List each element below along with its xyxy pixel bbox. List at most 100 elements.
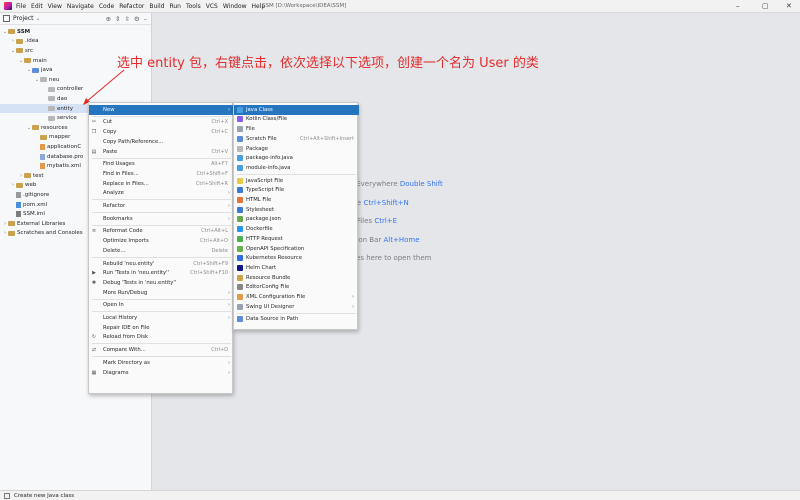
new-submenu-item-helm-chart[interactable]: Helm Chart	[234, 263, 359, 273]
context-menu-item-bookmarks[interactable]: Bookmarks ›	[89, 214, 234, 224]
hide-icon[interactable]: –	[144, 15, 147, 23]
file-type-icon	[237, 126, 243, 133]
menu-item-label: Local History	[103, 315, 138, 322]
close-icon[interactable]: ✕	[786, 2, 792, 10]
project-label[interactable]: Project	[13, 15, 34, 22]
tree-item--idea[interactable]: › .idea	[0, 37, 152, 47]
minimize-icon[interactable]: –	[736, 2, 740, 10]
context-menu-item-optimize-imports[interactable]: Optimize Imports Ctrl+Alt+O	[89, 236, 234, 246]
menu-item-icon: ▦	[91, 369, 97, 376]
tree-item-ssm[interactable]: ⌄ SSM	[0, 27, 152, 37]
new-submenu-item-dockerfile[interactable]: Dockerfile	[234, 224, 359, 234]
file-type-icon	[237, 106, 243, 113]
file-type-icon	[237, 235, 243, 242]
menu-refactor[interactable]: Refactor	[119, 3, 144, 10]
new-submenu-item-package-info-java[interactable]: package-info.java	[234, 154, 359, 164]
new-submenu-item-editorconfig-file[interactable]: EditorConfig File	[234, 283, 359, 293]
folder-icon	[8, 221, 15, 227]
context-menu-item-diagrams[interactable]: ▦ Diagrams ›	[89, 368, 234, 378]
menu-tools[interactable]: Tools	[186, 3, 201, 10]
context-menu-item-compare-with[interactable]: ⇄ Compare With... Ctrl+D	[89, 345, 234, 355]
new-submenu-item-scratch-file[interactable]: Scratch File Ctrl+Alt+Shift+Insert	[234, 134, 359, 144]
tree-item-label: neu	[49, 76, 60, 83]
menu-item-label: Kubernetes Resource	[246, 255, 302, 262]
menu-item-icon: ✂	[91, 119, 97, 126]
gear-icon[interactable]: ⚙	[134, 15, 140, 23]
expand-all-icon[interactable]: ⇕	[115, 15, 120, 23]
chevron-right-icon: ›	[228, 203, 230, 210]
new-submenu-item-http-request[interactable]: HTTP Request	[234, 234, 359, 244]
instruction-annotation: 选中 entity 包，右键点击，依次选择以下选项，创建一个名为 User 的类	[117, 56, 539, 71]
new-submenu-item-kotlin-class-file[interactable]: Kotlin Class/File	[234, 115, 359, 125]
new-submenu-item-resource-bundle[interactable]: Resource Bundle	[234, 273, 359, 283]
new-submenu-item-xml-configuration-file[interactable]: XML Configuration File ›	[234, 292, 359, 302]
context-menu-item-replace-in-files[interactable]: Replace in Files... Ctrl+Shift+R	[89, 179, 234, 189]
context-menu-item-copy-path-reference[interactable]: Copy Path/Reference...	[89, 137, 234, 147]
file-icon	[40, 143, 45, 150]
menu-build[interactable]: Build	[149, 3, 164, 10]
menu-navigate[interactable]: Navigate	[67, 3, 94, 10]
context-menu-item-delete[interactable]: Delete... Delete	[89, 246, 234, 256]
menu-item-label: Mark Directory as	[103, 359, 150, 366]
context-menu-item-cut[interactable]: ✂ Cut Ctrl+X	[89, 118, 234, 128]
folder-icon	[8, 230, 15, 236]
new-submenu-item-typescript-file[interactable]: TypeScript File	[234, 186, 359, 196]
context-menu-item-more-run-debug[interactable]: More Run/Debug ›	[89, 288, 234, 298]
new-submenu-item-file[interactable]: File	[234, 124, 359, 134]
context-menu-item-run-tests-in-neu-entity[interactable]: ▶ Run 'Tests in 'neu.entity'' Ctrl+Shift+F…	[89, 269, 234, 279]
tree-item-label: mybatis.xml	[47, 163, 81, 170]
new-submenu-item-swing-ui-designer[interactable]: Swing UI Designer ›	[234, 302, 359, 312]
collapse-all-icon[interactable]: ⇳	[124, 15, 129, 23]
maximize-icon[interactable]: ▢	[762, 2, 769, 10]
new-submenu-item-kubernetes-resource[interactable]: Kubernetes Resource	[234, 254, 359, 264]
menu-separator	[92, 157, 231, 159]
context-menu-item-open-in[interactable]: Open In ›	[89, 301, 234, 311]
toggle-tool-windows-icon[interactable]	[4, 492, 10, 499]
new-submenu-item-package[interactable]: Package	[234, 144, 359, 154]
folder-icon	[32, 125, 39, 131]
context-menu-item-copy[interactable]: ❐ Copy Ctrl+C	[89, 127, 234, 137]
new-submenu-item-data-source-in-path[interactable]: Data Source in Path	[234, 315, 359, 325]
menu-file[interactable]: File	[16, 3, 26, 10]
context-menu-item-find-in-files[interactable]: Find in Files... Ctrl+Shift+F	[89, 169, 234, 179]
project-header: Project ⌄ ⊕ ⇕ ⇳ ⚙ –	[0, 13, 151, 25]
file-type-icon	[237, 226, 243, 233]
menu-item-label: Repair IDE on File	[103, 324, 150, 331]
menu-view[interactable]: View	[48, 3, 62, 10]
context-menu-item-refactor[interactable]: Refactor ›	[89, 201, 234, 211]
new-submenu-item-html-file[interactable]: HTML File	[234, 195, 359, 205]
new-submenu-item-java-class[interactable]: Java Class	[234, 105, 359, 115]
new-submenu-item-openapi-specification[interactable]: OpenAPI Specification	[234, 244, 359, 254]
new-submenu-item-package-json[interactable]: package.json	[234, 215, 359, 225]
tree-item-label: web	[25, 182, 37, 189]
window-title: SSM [D:\Workspace\IDEA\SSM]	[262, 3, 347, 9]
context-menu-item-local-history[interactable]: Local History ›	[89, 313, 234, 323]
context-menu-item-rebuild-neu-entity[interactable]: Rebuild 'neu.entity' Ctrl+Shift+F9	[89, 259, 234, 269]
new-submenu-item-module-info-java[interactable]: module-info.java	[234, 163, 359, 173]
context-menu-item-find-usages[interactable]: Find Usages Alt+F7	[89, 160, 234, 170]
context-menu-item-analyze[interactable]: Analyze ›	[89, 189, 234, 199]
context-menu-item-debug-tests-in-neu-entity[interactable]: ✱ Debug 'Tests in 'neu.entity''	[89, 278, 234, 288]
context-menu-item-repair-ide-on-file[interactable]: Repair IDE on File	[89, 323, 234, 333]
folder-icon	[40, 134, 47, 140]
menu-window[interactable]: Window	[223, 3, 247, 10]
menu-vcs[interactable]: VCS	[206, 3, 218, 10]
context-menu-item-paste[interactable]: ▤ Paste Ctrl+V	[89, 147, 234, 157]
context-menu-item-reformat-code[interactable]: ≡ Reformat Code Ctrl+Alt+L	[89, 227, 234, 237]
chevron-down-icon[interactable]: ⌄	[36, 15, 41, 22]
menu-code[interactable]: Code	[99, 3, 114, 10]
chevron-right-icon: ›	[228, 289, 230, 296]
new-submenu-item-javascript-file[interactable]: JavaScript File	[234, 176, 359, 186]
menu-run[interactable]: Run	[169, 3, 181, 10]
project-icon	[3, 15, 10, 22]
context-menu-item-mark-directory-as[interactable]: Mark Directory as ›	[89, 358, 234, 368]
locate-icon[interactable]: ⊕	[106, 15, 111, 23]
menu-item-shortcut: Ctrl+C	[211, 129, 228, 136]
file-icon	[16, 211, 21, 218]
context-menu-item-new[interactable]: New ›	[89, 105, 234, 115]
file-type-icon	[237, 164, 243, 171]
menu-item-shortcut: Ctrl+V	[211, 148, 228, 155]
context-menu-item-reload-from-disk[interactable]: ↻ Reload from Disk	[89, 333, 234, 343]
new-submenu-item-stylesheet[interactable]: Stylesheet	[234, 205, 359, 215]
menu-edit[interactable]: Edit	[31, 3, 43, 10]
